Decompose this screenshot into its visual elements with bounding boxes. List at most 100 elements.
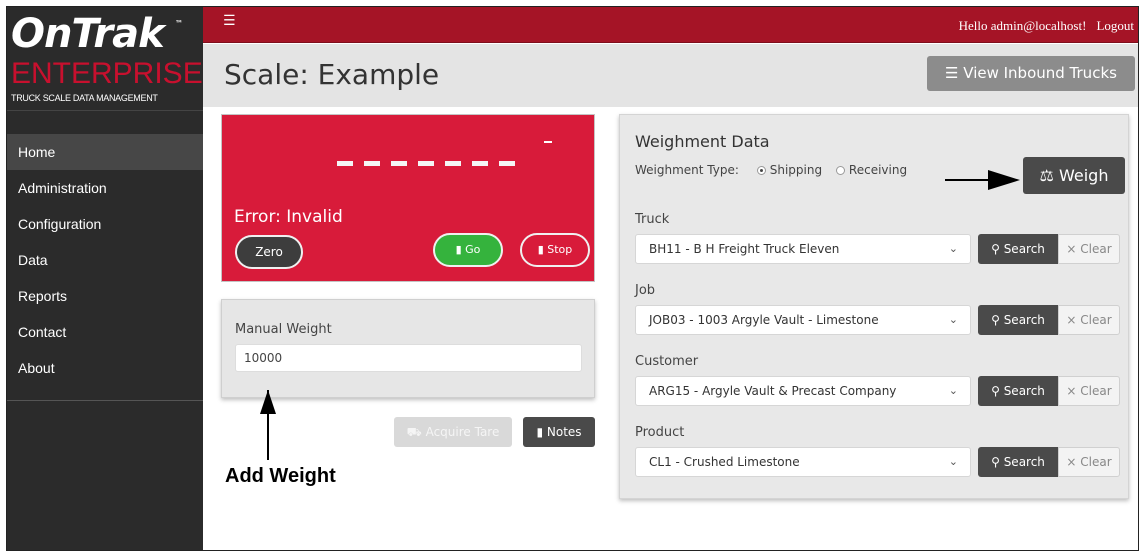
customer-search-button[interactable]: ⚲ Search	[978, 376, 1058, 406]
product-label: Product	[635, 425, 685, 440]
page-header: Scale: Example ☰ View Inbound Trucks	[203, 44, 1138, 107]
logo-subtitle: TRUCK SCALE DATA MANAGEMENT	[11, 93, 158, 103]
go-label: Go	[465, 243, 481, 256]
job-search-label: Search	[1003, 313, 1045, 327]
truck-clear-label: Clear	[1080, 242, 1112, 256]
logo-enterprise: ENTERPRISE	[11, 57, 203, 90]
file-icon: ▮	[536, 425, 544, 439]
go-button[interactable]: ▮ Go	[433, 233, 503, 267]
close-icon: ×	[1066, 455, 1077, 469]
hamburger-icon[interactable]: ☰	[223, 13, 236, 29]
traffic-light-icon: ▮	[537, 243, 544, 256]
search-icon: ⚲	[991, 313, 1000, 327]
chevron-down-icon: ⌄	[948, 313, 958, 326]
customer-search-label: Search	[1003, 384, 1045, 398]
logo-trademark: ™	[175, 19, 183, 28]
truck-search-label: Search	[1003, 242, 1045, 256]
close-icon: ×	[1066, 242, 1077, 256]
sidebar-item-administration[interactable]: Administration	[7, 170, 203, 206]
weighment-type-label: Weighment Type:	[635, 163, 739, 177]
notes-label: Notes	[546, 425, 582, 439]
customer-select[interactable]: ARG15 - Argyle Vault & Precast Company ⌄	[635, 376, 971, 406]
job-select[interactable]: JOB03 - 1003 Argyle Vault - Limestone ⌄	[635, 305, 971, 335]
customer-value: ARG15 - Argyle Vault & Precast Company	[649, 384, 897, 398]
user-greeting: Hello admin@localhost! Logout	[959, 18, 1134, 34]
layers-icon: ☰	[945, 64, 959, 82]
job-clear-button[interactable]: × Clear	[1058, 305, 1120, 335]
close-icon: ×	[1066, 313, 1077, 327]
chevron-down-icon: ⌄	[948, 384, 958, 397]
product-clear-button[interactable]: × Clear	[1058, 447, 1120, 477]
weighment-title: Weighment Data	[635, 132, 770, 151]
sidebar-item-data[interactable]: Data	[7, 242, 203, 278]
job-search-button[interactable]: ⚲ Search	[978, 305, 1058, 335]
chevron-down-icon: ⌄	[948, 455, 958, 468]
customer-label: Customer	[635, 354, 699, 369]
chevron-down-icon: ⌄	[948, 242, 958, 255]
logo-text: OnTrak	[11, 11, 165, 57]
search-icon: ⚲	[991, 455, 1000, 469]
search-icon: ⚲	[991, 384, 1000, 398]
weighment-type-row: Weighment Type: Shipping Receiving	[635, 163, 907, 177]
product-select[interactable]: CL1 - Crushed Limestone ⌄	[635, 447, 971, 477]
radio-shipping[interactable]: Shipping	[756, 163, 823, 177]
manual-weight-label: Manual Weight	[235, 322, 332, 337]
sidebar-item-configuration[interactable]: Configuration	[7, 206, 203, 242]
product-search-button[interactable]: ⚲ Search	[978, 447, 1058, 477]
radio-receiving[interactable]: Receiving	[835, 163, 908, 177]
view-inbound-trucks-label: View Inbound Trucks	[963, 64, 1117, 82]
sidebar-divider	[7, 400, 203, 401]
truck-icon: ⛟	[406, 425, 422, 439]
radio-shipping-label: Shipping	[769, 163, 823, 177]
acquire-tare-button[interactable]: ⛟ Acquire Tare	[394, 417, 512, 447]
sidebar-item-reports[interactable]: Reports	[7, 278, 203, 314]
brand-logo[interactable]: OnTrak ™ ENTERPRISE TRUCK SCALE DATA MAN…	[7, 7, 203, 111]
app-frame: OnTrak ™ ENTERPRISE TRUCK SCALE DATA MAN…	[6, 6, 1139, 551]
truck-select[interactable]: BH11 - B H Freight Truck Eleven ⌄	[635, 234, 971, 264]
scale-readout	[337, 153, 515, 173]
topbar: ☰ Hello admin@localhost! Logout	[203, 7, 1138, 43]
stop-label: Stop	[547, 243, 573, 256]
sidebar-nav: Home Administration Configuration Data R…	[7, 134, 203, 386]
sidebar-item-home[interactable]: Home	[7, 134, 203, 170]
traffic-light-icon: ▮	[455, 243, 462, 256]
customer-clear-label: Clear	[1080, 384, 1112, 398]
scale-icon: ⚖	[1039, 166, 1054, 185]
close-icon: ×	[1066, 384, 1077, 398]
add-weight-annotation: Add Weight	[225, 465, 336, 487]
search-icon: ⚲	[991, 242, 1000, 256]
truck-clear-button[interactable]: × Clear	[1058, 234, 1120, 264]
manual-weight-panel: Manual Weight 10000	[221, 299, 595, 398]
product-search-label: Search	[1003, 455, 1045, 469]
truck-value: BH11 - B H Freight Truck Eleven	[649, 242, 840, 256]
job-label: Job	[635, 283, 656, 298]
page-title: Scale: Example	[224, 58, 440, 91]
weigh-annotation-arrow-head	[988, 170, 1020, 190]
weighment-data-panel: Weighment Data Weighment Type: Shipping …	[619, 114, 1129, 499]
stop-button[interactable]: ▮ Stop	[520, 233, 590, 267]
logout-link[interactable]: Logout	[1096, 18, 1134, 33]
customer-clear-button[interactable]: × Clear	[1058, 376, 1120, 406]
sidebar: OnTrak ™ ENTERPRISE TRUCK SCALE DATA MAN…	[7, 7, 203, 550]
radio-icon	[835, 166, 845, 175]
scale-display-panel: Error: Invalid Zero ▮ Go ▮ Stop	[221, 114, 595, 282]
annotation-arrow-head	[260, 390, 276, 414]
weigh-button[interactable]: ⚖ Weigh	[1023, 157, 1125, 194]
acquire-tare-label: Acquire Tare	[425, 425, 500, 439]
manual-weight-input[interactable]: 10000	[235, 344, 582, 372]
radio-icon	[756, 166, 766, 175]
job-value: JOB03 - 1003 Argyle Vault - Limestone	[649, 313, 879, 327]
greeting-text: Hello admin@localhost!	[958, 18, 1087, 33]
truck-search-button[interactable]: ⚲ Search	[978, 234, 1058, 264]
scale-sign-indicator	[544, 141, 552, 143]
sidebar-item-contact[interactable]: Contact	[7, 314, 203, 350]
sidebar-item-about[interactable]: About	[7, 350, 203, 386]
zero-button[interactable]: Zero	[235, 235, 303, 269]
view-inbound-trucks-button[interactable]: ☰ View Inbound Trucks	[927, 56, 1135, 91]
job-clear-label: Clear	[1080, 313, 1112, 327]
notes-button[interactable]: ▮ Notes	[523, 417, 595, 447]
radio-receiving-label: Receiving	[848, 163, 908, 177]
scale-error-text: Error: Invalid	[234, 207, 343, 227]
product-clear-label: Clear	[1080, 455, 1112, 469]
product-value: CL1 - Crushed Limestone	[649, 455, 800, 469]
